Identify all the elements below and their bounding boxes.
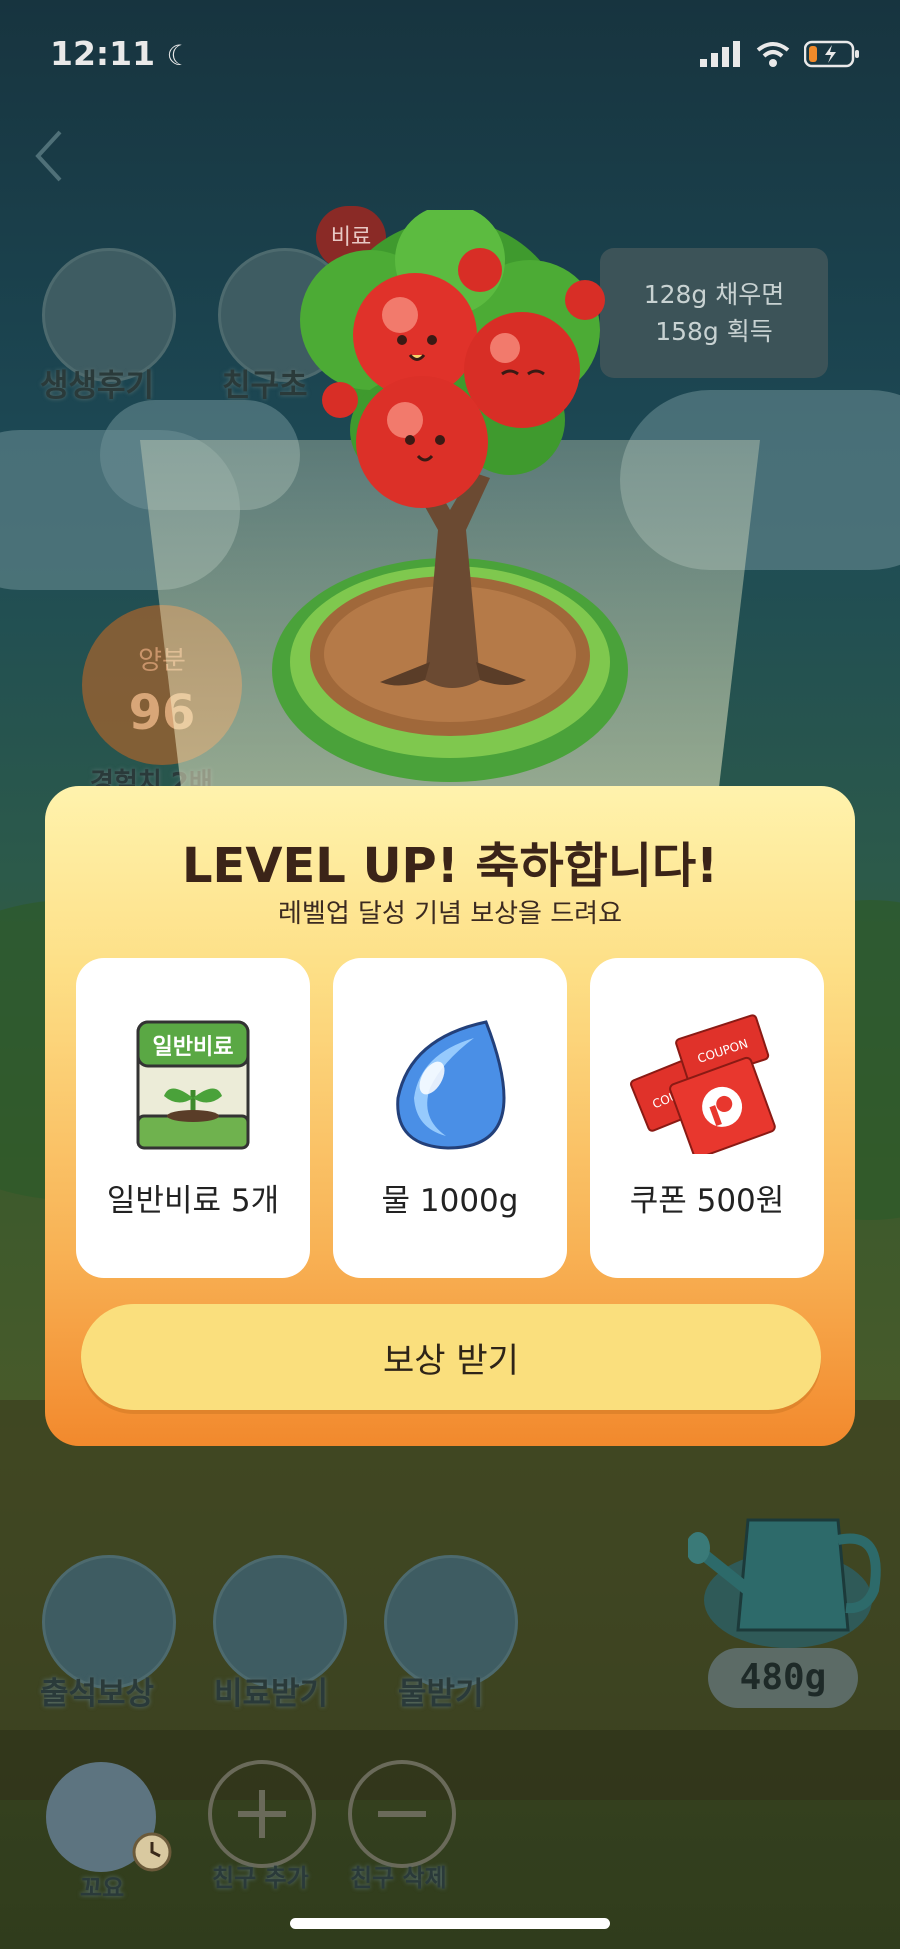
apple-tree-icon [272,210,628,782]
coupon-icon: COUPON COUPON [630,1014,776,1154]
plus-icon [238,1790,286,1838]
level-up-modal: LEVEL UP! 축하합니다! 레벨업 달성 기념 보상을 드려요 일반비료 … [45,786,855,1446]
friend-name: 꼬요 [80,1874,125,1902]
status-time: 12:11 ☾ [50,34,192,73]
moon-icon: ☾ [166,39,192,72]
home-indicator[interactable] [290,1918,610,1929]
attendance-label: 출석보상 [40,1676,155,1712]
battery-icon [804,40,859,68]
fertilizer-bag-text: 일반비료 [153,1035,234,1060]
add-friend-label: 친구 추가 [212,1864,309,1892]
claim-reward-button[interactable]: 보상 받기 [81,1304,821,1410]
clock-text: 12:11 [50,34,156,73]
reward-card-coupon: COUPON COUPON 쿠폰 500원 [590,958,824,1278]
get-fertilizer-label: 비료받기 [214,1676,329,1712]
add-friend-button[interactable] [208,1760,316,1868]
minus-icon [378,1811,426,1817]
reward-card-fertilizer: 일반비료 일반비료 5개 [76,958,310,1278]
reward-label-water: 물 1000g [381,1183,519,1219]
watering-can-icon[interactable] [688,1480,888,1650]
modal-subtitle: 레벨업 달성 기념 보상을 드려요 [277,899,623,929]
clock-icon [132,1832,172,1872]
reward-card-water: 물 1000g [333,958,567,1278]
signal-icon [700,41,740,67]
status-icons [700,40,860,68]
remove-friend-button[interactable] [348,1760,456,1868]
remove-friend-label: 친구 삭제 [350,1864,447,1892]
modal-title: LEVEL UP! 축하합니다! [181,838,719,894]
get-water-label: 물받기 [398,1676,484,1712]
reward-label-coupon: 쿠폰 500원 [629,1183,785,1219]
fertilizer-bag-icon: 일반비료 [136,1020,250,1150]
reward-label-fertilizer: 일반비료 5개 [106,1183,280,1219]
back-chevron-icon[interactable] [34,128,64,184]
water-amount-badge: 480g [708,1648,858,1708]
review-label: 생생후기 [40,368,155,404]
water-drop-icon [396,1020,506,1150]
wifi-icon [756,42,790,67]
